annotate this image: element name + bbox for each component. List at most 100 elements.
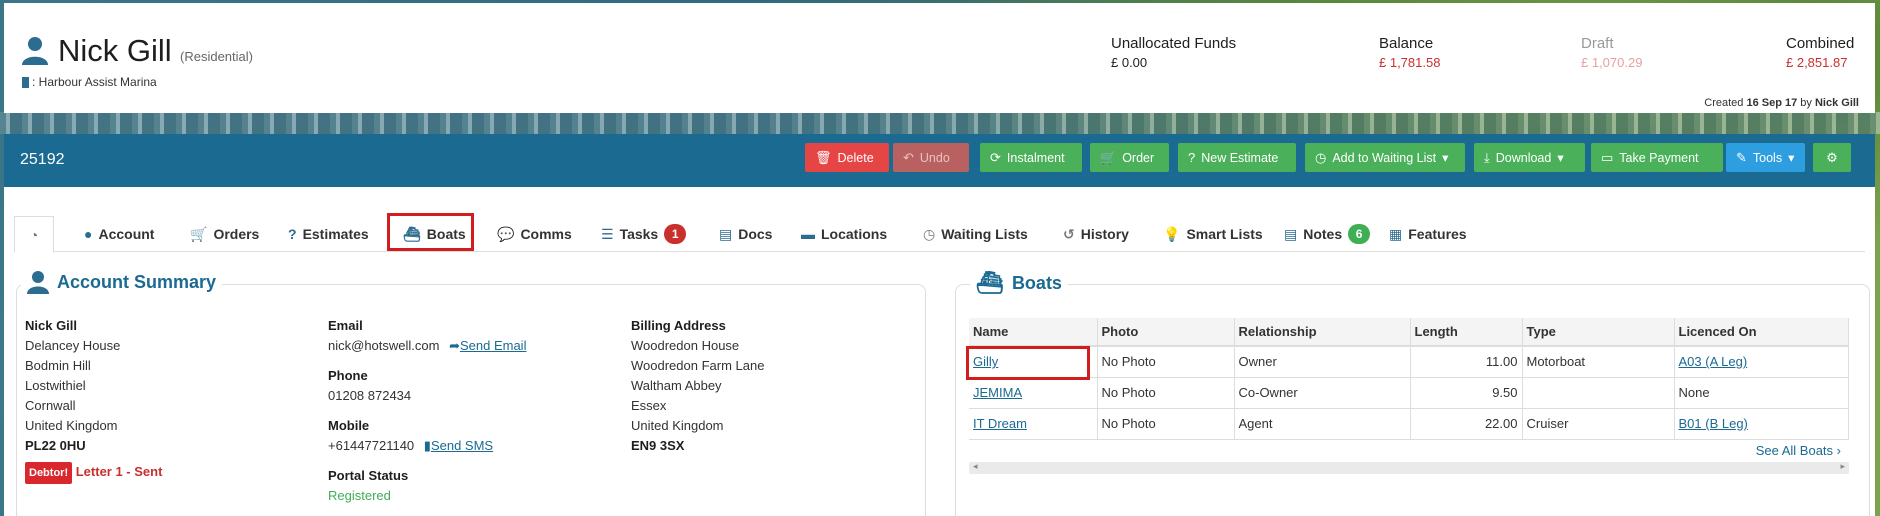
address-line: Nick Gill <box>25 318 78 333</box>
tools-label: Tools <box>1752 150 1783 165</box>
column-header-photo[interactable]: Photo <box>1097 318 1235 347</box>
cart-icon: 🛒 <box>190 225 208 242</box>
email-value: nick@hotswell.com <box>328 338 440 353</box>
gilly-row-highlight <box>966 346 1090 380</box>
boat-length: 22.00 <box>1410 408 1523 440</box>
new-estimate-button[interactable]: ? New Estimate <box>1178 143 1296 172</box>
mobile-value: +61447721140 <box>328 438 415 453</box>
note-icon: ▤ <box>1284 225 1298 242</box>
tab-estimates[interactable]: ? Estimates <box>288 216 369 252</box>
address-line: United Kingdom <box>25 418 118 433</box>
clock-icon: ◷ <box>923 225 936 242</box>
grid-icon: ▦ <box>1389 225 1403 242</box>
take-payment-button[interactable]: ▭ Take Payment <box>1591 143 1723 172</box>
waiting-list-label: Add to Waiting List <box>1332 150 1437 165</box>
boats-tab-highlight <box>387 213 474 251</box>
boat-licence-link[interactable]: B01 (B Leg) <box>1679 416 1748 431</box>
tools-button[interactable]: ✎ Tools ▾ <box>1726 143 1805 172</box>
user-icon: ● <box>84 226 93 242</box>
created-date: 16 Sep 17 <box>1746 97 1798 109</box>
address-line: Lostwithiel <box>25 378 86 393</box>
person-icon <box>22 37 48 65</box>
tab-features[interactable]: ▦ Features <box>1389 216 1467 252</box>
delete-button[interactable]: 🗑 Delete <box>805 143 889 172</box>
settings-button[interactable]: ⚙ <box>1813 143 1851 172</box>
account-summary-heading: Account Summary <box>57 271 217 292</box>
column-header-name[interactable]: Name <box>969 318 1098 347</box>
order-button[interactable]: 🛒 Order <box>1090 143 1169 172</box>
see-all-boats-link[interactable]: See All Boats › <box>1756 443 1841 458</box>
caret-down-icon: ▾ <box>1442 151 1449 165</box>
created-by-prefix: by <box>1800 97 1812 109</box>
address-line: Bodmin Hill <box>25 358 91 373</box>
tab-smart-lists[interactable]: 💡 Smart Lists <box>1163 216 1263 252</box>
tab-history[interactable]: ↺ History <box>1063 216 1129 252</box>
lightbulb-icon: 💡 <box>1163 225 1181 242</box>
boats-heading: Boats <box>1011 272 1062 293</box>
billing-line: United Kingdom <box>631 418 724 433</box>
customer-type: (Residential) <box>180 49 253 64</box>
boat-name-link[interactable]: IT Dream <box>973 416 1027 431</box>
table-header-row: Name Photo Relationship Length Type Lice… <box>969 318 1849 347</box>
question-icon: ? <box>288 226 297 242</box>
tab-waiting-lists-label: Waiting Lists <box>941 226 1028 242</box>
tab-orders[interactable]: 🛒 Orders <box>190 216 259 252</box>
combined-value: £ 2,851.87 <box>1786 55 1848 70</box>
instalment-button[interactable]: ⟳ Instalment <box>980 143 1082 172</box>
tab-comms[interactable]: 💬 Comms <box>497 216 572 252</box>
tab-dashboard[interactable]: ◔ <box>14 216 54 253</box>
draft-label: Draft <box>1581 35 1614 52</box>
order-label: Order <box>1122 150 1155 165</box>
horizontal-scrollbar[interactable]: ◂ ▸ <box>969 461 1849 474</box>
card-icon: ▭ <box>1601 149 1614 165</box>
column-header-relationship[interactable]: Relationship <box>1234 318 1411 347</box>
tab-tasks-label: Tasks <box>619 226 659 242</box>
created-prefix: Created <box>1704 97 1744 109</box>
table-row: Gilly No Photo Owner 11.00 Motorboat A03… <box>969 346 1849 378</box>
balance-label: Balance <box>1379 35 1434 52</box>
balance: Balance £ 1,781.58 <box>1379 35 1440 70</box>
bookmark-icon <box>22 76 29 88</box>
billing-line: Woodredon Farm Lane <box>631 358 765 373</box>
tab-account-label: Account <box>98 226 155 242</box>
send-sms-link[interactable]: Send SMS <box>431 438 493 453</box>
column-header-licenced-on[interactable]: Licenced On <box>1674 318 1849 347</box>
customer-name: Nick Gill <box>58 33 172 68</box>
tab-waiting-lists[interactable]: ◷ Waiting Lists <box>923 216 1028 252</box>
caret-down-icon: ▾ <box>1788 151 1795 165</box>
scroll-right-icon[interactable]: ▸ <box>1840 461 1845 472</box>
notes-count-badge: 6 <box>1348 224 1371 244</box>
bed-icon: ▬ <box>801 226 815 242</box>
undo-button[interactable]: ↶ Undo <box>893 143 969 172</box>
table-row: IT Dream No Photo Agent 22.00 Cruiser B0… <box>969 408 1849 440</box>
clock-icon: ◷ <box>1315 149 1327 165</box>
scroll-left-icon[interactable]: ◂ <box>973 461 978 472</box>
column-header-type[interactable]: Type <box>1522 318 1675 347</box>
history-icon: ↺ <box>1063 225 1075 242</box>
boat-relationship: Agent <box>1234 408 1411 440</box>
undo-label: Undo <box>919 150 950 165</box>
tab-docs[interactable]: ▤ Docs <box>719 216 772 252</box>
dashboard-icon: ◔ <box>29 226 39 243</box>
account-toolbar: 25192 🗑 Delete ↶ Undo ⟳ Instalment 🛒 Ord… <box>4 134 1875 187</box>
tab-features-label: Features <box>1408 226 1467 242</box>
tab-tasks[interactable]: ☰ Tasks 1 <box>601 216 687 252</box>
chevron-right-icon: › <box>1836 443 1841 458</box>
email-row: nick@hotswell.com ➦Send Email <box>328 336 526 356</box>
add-to-waiting-list-button[interactable]: ◷ Add to Waiting List ▾ <box>1305 143 1465 172</box>
tab-locations[interactable]: ▬ Locations <box>801 216 887 252</box>
boat-name-link[interactable]: JEMIMA <box>973 385 1022 400</box>
tab-notes[interactable]: ▤ Notes 6 <box>1284 216 1371 252</box>
column-header-length[interactable]: Length <box>1410 318 1523 347</box>
boats-title: ⛴ Boats <box>970 270 1068 296</box>
boat-length: 11.00 <box>1410 346 1523 378</box>
boat-length: 9.50 <box>1410 377 1523 409</box>
send-email-link[interactable]: Send Email <box>460 338 526 353</box>
boat-licence-link[interactable]: A03 (A Leg) <box>1679 354 1748 369</box>
tab-account[interactable]: ● Account <box>84 216 154 252</box>
customer-header: Nick Gill (Residential) : Harbour Assist… <box>4 3 1875 113</box>
download-button[interactable]: ⤓ Download ▾ <box>1474 143 1585 172</box>
wand-icon: ✎ <box>1736 149 1747 165</box>
account-summary-title: Account Summary <box>21 270 223 294</box>
phone-value: 01208 872434 <box>328 388 412 403</box>
